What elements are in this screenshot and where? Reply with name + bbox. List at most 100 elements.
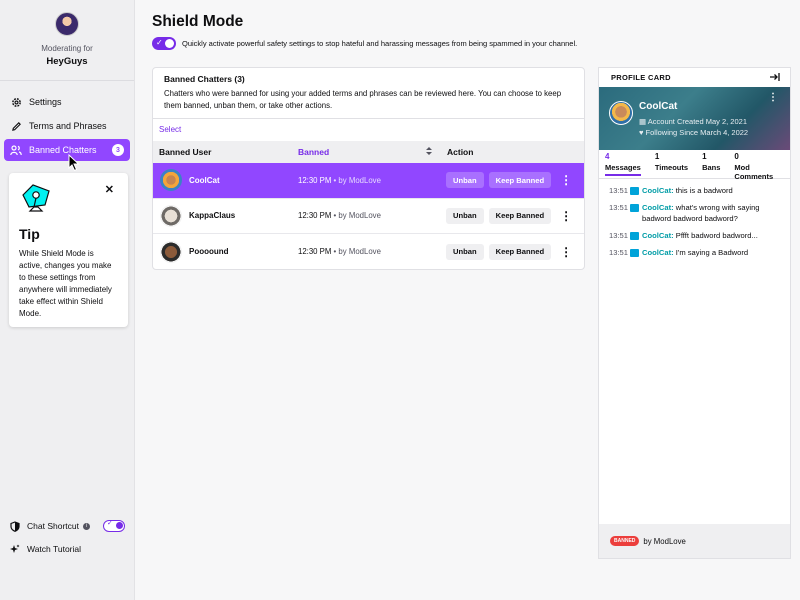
banned-chatters-panel: Banned Chatters (3) Chatters who were ba… [152, 67, 585, 270]
profile-stats-tabs: 4 Messages 1 Timeouts 1 Bans 0 Mod Comme… [599, 150, 790, 181]
stat-label: Messages [605, 163, 641, 172]
watch-tutorial-link[interactable]: Watch Tutorial [0, 544, 135, 554]
message-user[interactable]: CoolCat [642, 231, 671, 240]
sidebar-item-settings[interactable]: Settings [4, 91, 130, 113]
message-time: 13:51 [609, 186, 629, 195]
stat-count: 4 [605, 152, 610, 161]
message-user[interactable]: CoolCat [642, 248, 671, 257]
message-user[interactable]: CoolCat [642, 186, 671, 195]
table-row[interactable]: KappaClaus 12:30 PM • by ModLove Unban K… [153, 199, 584, 234]
banned-user-name: Poooound [189, 247, 229, 257]
sparkle-icon [10, 544, 20, 554]
panel-title: Banned Chatters (3) [164, 74, 245, 84]
banned-time: 12:30 PM [298, 247, 332, 257]
banned-by: • by ModLove [331, 175, 381, 185]
avatar [609, 101, 633, 125]
tab-timeouts[interactable]: 1 Timeouts [655, 152, 688, 178]
message-time: 13:51 [609, 248, 629, 257]
unban-button[interactable]: Unban [446, 172, 484, 189]
banned-time: 12:30 PM [298, 175, 332, 185]
tab-messages[interactable]: 4 Messages [605, 152, 641, 176]
calendar-icon: ▦ [639, 117, 647, 126]
tab-mod-comments[interactable]: 0 Mod Comments [734, 152, 774, 181]
tip-title: Tip [19, 226, 40, 242]
count-badge: 3 [112, 144, 124, 156]
banned-by: • by ModLove [331, 247, 381, 257]
more-options-icon[interactable]: ⋮ [559, 173, 573, 187]
close-icon[interactable]: ✕ [105, 183, 114, 196]
keep-banned-button[interactable]: Keep Banned [488, 207, 552, 224]
chat-shortcut-row: Chat Shortcut i ✓ [0, 520, 135, 532]
unban-button[interactable]: Unban [446, 207, 484, 224]
following-since-row: ♥ Following Since March 4, 2022 [639, 128, 748, 137]
unban-button[interactable]: Unban [446, 243, 484, 260]
shield-mode-toggle[interactable]: ✓ [152, 37, 176, 50]
column-header-banned[interactable]: Banned [298, 147, 442, 157]
stat-count: 1 [702, 152, 707, 161]
subscriber-badge-icon [630, 204, 639, 212]
sidebar: Moderating for HeyGuys Settings Terms an… [0, 0, 135, 600]
table-header: Banned User Banned Action [153, 141, 584, 163]
profile-card-footer: BANNED by ModLove [599, 524, 790, 558]
column-header-action: Action [447, 147, 474, 157]
watch-tutorial-label: Watch Tutorial [27, 544, 82, 554]
shield-icon [10, 520, 20, 532]
tip-card: ✕ Tip While Shield Mode is active, chang… [9, 173, 128, 327]
table-row[interactable]: CoolCat 12:30 PM • by ModLove Unban Keep… [153, 163, 584, 199]
more-options-icon[interactable]: ⋮ [559, 245, 573, 259]
channel-name: HeyGuys [46, 56, 88, 67]
banned-time: 12:30 PM [298, 211, 332, 221]
mouse-cursor-icon [68, 153, 80, 177]
gear-icon [10, 96, 22, 108]
chat-message: 13:51 CoolCat: Pffft badword badword... [609, 231, 758, 240]
profile-card-header: PROFILE CARD [599, 68, 790, 87]
page-title: Shield Mode [152, 13, 244, 30]
profile-name[interactable]: CoolCat [639, 101, 677, 112]
users-icon [10, 144, 22, 156]
avatar [160, 204, 182, 227]
message-text: I'm saying a Badword [675, 248, 749, 257]
profile-banner: ⋮ CoolCat ▦ Account Created May 2, 2021 … [599, 87, 790, 150]
following-since: Following Since March 4, 2022 [645, 128, 749, 137]
info-icon[interactable]: i [82, 522, 90, 530]
sidebar-item-label: Settings [29, 97, 62, 107]
chat-shortcut-label: Chat Shortcut [27, 521, 79, 531]
avatar [160, 169, 182, 192]
banned-by: • by ModLove [331, 211, 381, 221]
stat-count: 1 [654, 152, 660, 161]
table-row[interactable]: Poooound 12:30 PM • by ModLove Unban Kee… [153, 234, 584, 270]
keep-banned-button[interactable]: Keep Banned [488, 172, 552, 189]
stat-label: Mod Comments [734, 163, 774, 181]
sidebar-item-terms[interactable]: Terms and Phrases [4, 115, 130, 137]
banned-by-text: by ModLove [643, 536, 686, 546]
more-options-icon[interactable]: ⋮ [768, 92, 778, 103]
select-link[interactable]: Select [153, 119, 584, 141]
heart-icon: ♥ [639, 128, 644, 137]
account-created: Account Created May 2, 2021 [647, 117, 747, 126]
tab-bans[interactable]: 1 Bans [702, 152, 720, 178]
column-header-user: Banned User [159, 147, 212, 157]
moderating-block: Moderating for HeyGuys [0, 0, 134, 67]
moderating-label: Moderating for [41, 44, 93, 53]
collapse-panel-icon[interactable] [770, 72, 780, 83]
profile-card-title: PROFILE CARD [611, 73, 671, 82]
divider [0, 80, 134, 81]
keep-banned-button[interactable]: Keep Banned [488, 243, 552, 260]
stat-label: Timeouts [654, 163, 689, 172]
message-user[interactable]: CoolCat [642, 203, 671, 212]
avatar[interactable] [55, 12, 79, 36]
message-text: Pffft badword badword... [675, 231, 758, 240]
shield-mode-description: Quickly activate powerful safety setting… [182, 39, 578, 48]
message-time: 13:51 [609, 203, 629, 212]
subscriber-badge-icon [630, 249, 639, 257]
more-options-icon[interactable]: ⋮ [559, 209, 573, 223]
panel-description: Chatters who were banned for using your … [164, 89, 562, 110]
sidebar-item-label: Banned Chatters [29, 145, 97, 155]
sidebar-item-banned-chatters[interactable]: Banned Chatters 3 [4, 139, 130, 161]
banned-user-name: CoolCat [189, 175, 220, 185]
message-text: this is a badword [675, 186, 733, 195]
shield-mode-row: ✓ Quickly activate powerful safety setti… [152, 37, 577, 50]
banned-badge: BANNED [610, 536, 640, 546]
chat-shortcut-toggle[interactable]: ✓ [103, 520, 125, 532]
chat-message: 13:51 CoolCat: this is a badword [609, 186, 733, 195]
